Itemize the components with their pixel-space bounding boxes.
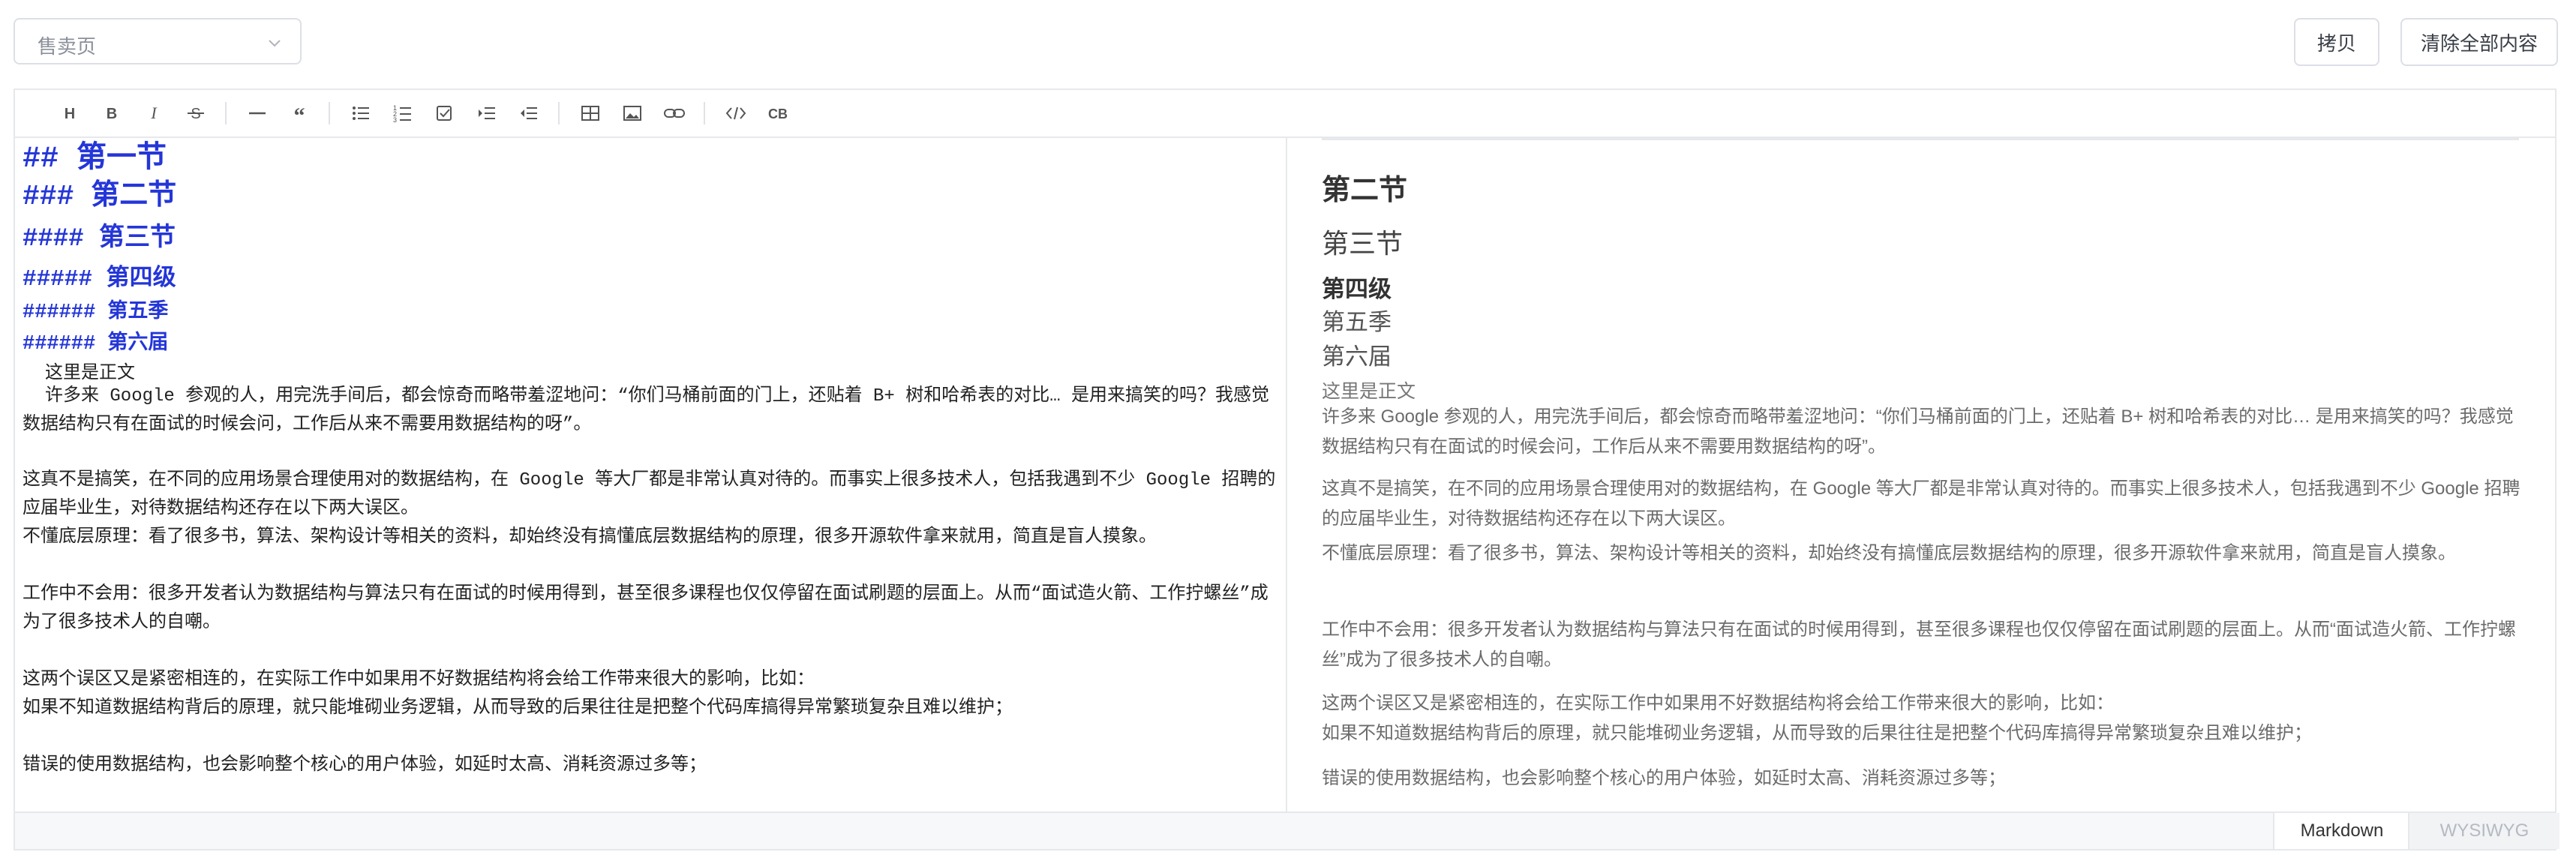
- page-select[interactable]: 售卖页: [14, 18, 302, 64]
- preview-paragraph-5b: 如果不知道数据结构背后的原理，就只能堆砌业务逻辑，从而导致的后果往往是把整个代码…: [1322, 723, 2312, 743]
- svg-text:3: 3: [393, 116, 397, 124]
- md-paragraph-6: 错误的使用数据结构，也会影响整个核心的用户体验，如延时太高、消耗资源过多等；: [23, 755, 707, 776]
- md-paragraph-2: 这真不是搞笑，在不同的应用场景合理使用对的数据结构，在 Google 等大厂都是…: [23, 470, 1276, 519]
- clear-all-button[interactable]: 清除全部内容: [2400, 18, 2558, 66]
- editor-toolbar: H B I S “ 123: [15, 90, 2555, 138]
- toolbar-divider: [704, 102, 705, 124]
- preview-heading-4: 第三节: [1322, 228, 1404, 259]
- tab-markdown[interactable]: Markdown: [2273, 813, 2409, 849]
- svg-text:“: “: [294, 104, 305, 126]
- svg-text:B: B: [107, 106, 117, 122]
- indent-icon[interactable]: [474, 100, 500, 126]
- svg-text:I: I: [150, 104, 158, 122]
- table-icon[interactable]: [578, 100, 603, 126]
- preview-paragraph-4: 工作中不会用：很多开发者认为数据结构与算法只有在面试的时候用得到，甚至很多课程也…: [1322, 620, 2516, 670]
- task-list-icon[interactable]: [432, 100, 458, 126]
- copy-button[interactable]: 拷贝: [2294, 18, 2379, 66]
- link-icon[interactable]: [662, 100, 687, 126]
- md-paragraph-4: 工作中不会用：很多开发者认为数据结构与算法只有在面试的时候用得到，甚至很多课程也…: [23, 584, 1268, 633]
- page-select-value: 售卖页: [38, 35, 97, 58]
- code-block-icon[interactable]: CB: [765, 100, 791, 126]
- ordered-list-icon[interactable]: 123: [390, 100, 416, 126]
- blockquote-icon[interactable]: “: [287, 100, 312, 126]
- toolbar-divider: [225, 102, 227, 124]
- preview-paragraph-6: 错误的使用数据结构，也会影响整个核心的用户体验，如延时太高、消耗资源过多等；: [1322, 768, 2006, 788]
- image-icon[interactable]: [620, 100, 645, 126]
- preview-paragraph-3: 不懂底层原理：看了很多书，算法、架构设计等相关的资料，却始终没有搞懂底层数据结构…: [1322, 543, 2456, 563]
- md-heading-3: ### 第二节: [23, 181, 177, 213]
- md-paragraph-1: 许多来 Google 参观的人，用完洗手间后，都会惊奇而略带羞涩地问：“你们马桶…: [23, 386, 1270, 435]
- horizontal-rule-icon[interactable]: [245, 100, 270, 126]
- md-heading-6-a: ###### 第五季: [23, 302, 169, 324]
- code-icon[interactable]: [723, 100, 749, 126]
- strikethrough-icon[interactable]: S: [183, 100, 209, 126]
- md-paragraph-5b: 如果不知道数据结构背后的原理，就只能堆砌业务逻辑，从而导致的后果往往是把整个代码…: [23, 698, 1013, 718]
- chevron-down-icon: [269, 40, 281, 47]
- preview-divider: [1322, 138, 2519, 140]
- preview-heading-6-a: 第五季: [1322, 309, 1392, 335]
- preview-heading-6-b: 第六届: [1322, 344, 1392, 370]
- svg-text:H: H: [65, 106, 75, 122]
- preview-body-line: 这里是正文: [1322, 381, 1416, 402]
- toolbar-divider: [329, 102, 330, 124]
- italic-icon[interactable]: I: [141, 100, 167, 126]
- preview-heading-3: 第二节: [1322, 175, 1408, 206]
- toolbar-divider: [558, 102, 560, 124]
- md-heading-6-b: ###### 第六届: [23, 333, 169, 356]
- bullet-list-icon[interactable]: [348, 100, 374, 126]
- preview-paragraph-5a: 这两个误区又是紧密相连的，在实际工作中如果用不好数据结构将会给工作带来很大的影响…: [1322, 693, 2114, 713]
- preview-paragraph-1: 许多来 Google 参观的人，用完洗手间后，都会惊奇而略带羞涩地问：“你们马桶…: [1322, 406, 2514, 457]
- svg-text:CB: CB: [768, 106, 788, 122]
- md-body-line: 这里是正文: [45, 364, 135, 384]
- outdent-icon[interactable]: [516, 100, 542, 126]
- preview-heading-5: 第四级: [1322, 276, 1392, 302]
- md-heading-4: #### 第三节: [23, 225, 176, 254]
- bold-icon[interactable]: B: [99, 100, 125, 126]
- top-bar: 售卖页 拷贝 清除全部内容: [0, 0, 2576, 88]
- md-paragraph-5a: 这两个误区又是紧密相连的，在实际工作中如果用不好数据结构将会给工作带来很大的影响…: [23, 670, 815, 690]
- md-heading-5: ##### 第四级: [23, 266, 176, 292]
- markdown-source-pane[interactable]: ## 第一节 ### 第二节 #### 第三节 ##### 第四级 ######…: [15, 138, 1287, 813]
- mode-switch-bar: Markdown WYSIWYG: [15, 812, 2559, 849]
- tab-wysiwyg[interactable]: WYSIWYG: [2408, 813, 2559, 849]
- markdown-editor: H B I S “ 123: [14, 88, 2559, 850]
- md-paragraph-3: 不懂底层原理：看了很多书，算法、架构设计等相关的资料，却始终没有搞懂底层数据结构…: [23, 527, 1157, 548]
- preview-paragraph-2: 这真不是搞笑，在不同的应用场景合理使用对的数据结构，在 Google 等大厂都是…: [1322, 478, 2520, 529]
- heading-icon[interactable]: H: [57, 100, 83, 126]
- preview-pane[interactable]: 第二节 第三节 第四级 第五季 第六届 这里是正文 许多来 Google 参观的…: [1287, 138, 2555, 813]
